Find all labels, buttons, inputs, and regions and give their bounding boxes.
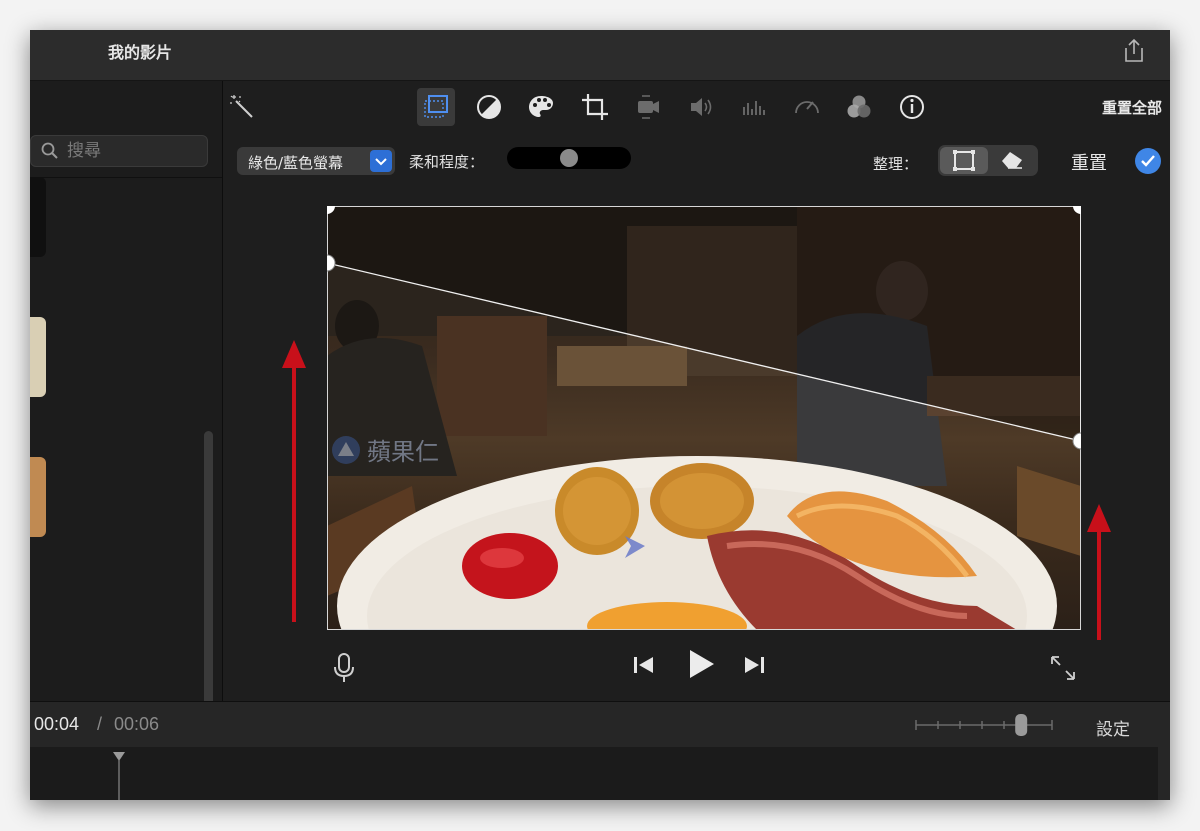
clip-filter-icon <box>847 95 871 118</box>
arrange-label: 整理： <box>873 155 919 173</box>
arrange-eraser-button[interactable] <box>988 147 1036 174</box>
play-icon <box>690 650 714 678</box>
crop-icon <box>582 94 608 120</box>
info-button[interactable] <box>893 88 931 126</box>
enhance-button[interactable] <box>223 88 261 126</box>
reset-button[interactable]: 重置 <box>1071 149 1107 175</box>
crop-button[interactable] <box>576 88 614 126</box>
overlay-mode-value: 綠色/藍色螢幕 <box>248 154 344 172</box>
video-overlay-button[interactable] <box>417 88 455 126</box>
viewer: 蘋果仁 <box>223 186 1170 700</box>
project-title: 我的影片 <box>108 43 173 62</box>
chevron-down-icon <box>370 150 392 172</box>
volume-button[interactable] <box>682 88 720 126</box>
media-browser <box>30 81 223 731</box>
fullscreen-icon <box>1051 656 1075 680</box>
clip-filter-button[interactable] <box>840 88 878 126</box>
crop-frame-icon <box>953 150 975 171</box>
microphone-icon <box>334 653 354 682</box>
video-preview[interactable]: 蘋果仁 <box>327 206 1081 630</box>
eraser-icon <box>1002 152 1022 169</box>
overlay-mode-select[interactable]: 綠色/藍色螢幕 <box>237 147 395 175</box>
stabilization-button[interactable] <box>629 88 667 126</box>
skip-back-icon <box>634 657 653 673</box>
zoom-track <box>915 714 1053 736</box>
color-correction-palette-icon <box>529 96 553 117</box>
total-time: 00:06 <box>114 714 160 734</box>
imovie-window: 我的影片 搜尋 重置全部 綠色/藍色螢幕 柔和程度： 整理： 重置 蘋果仁 00… <box>30 30 1170 800</box>
play-button[interactable] <box>684 644 718 688</box>
apply-check-button[interactable] <box>1135 148 1161 174</box>
skip-back-button[interactable] <box>631 650 657 684</box>
arrange-crop-button[interactable] <box>940 147 988 174</box>
checkmark-icon <box>1141 155 1155 167</box>
annotation-arrow-up-icon <box>1087 504 1111 640</box>
watermark-logo <box>332 436 360 464</box>
stabilization-icon <box>638 95 659 119</box>
softness-slider-knob[interactable] <box>560 149 578 167</box>
timeline[interactable] <box>30 747 1170 800</box>
color-balance-icon <box>477 95 501 119</box>
media-thumbnail[interactable] <box>30 177 46 257</box>
timeline-zoom-slider[interactable] <box>914 714 1054 736</box>
noise-reduction-button[interactable] <box>735 88 773 126</box>
search-icon <box>41 142 58 159</box>
search-input[interactable] <box>65 139 199 163</box>
voiceover-button[interactable] <box>331 652 357 688</box>
current-time: 00:04 <box>34 714 80 734</box>
reset-all-button[interactable]: 重置全部 <box>1102 97 1162 118</box>
watermark-text: 蘋果仁 <box>367 438 439 466</box>
timeline-scroll-edge <box>1158 747 1170 800</box>
color-correction-button[interactable] <box>522 88 560 126</box>
media-thumbnail[interactable] <box>30 317 46 397</box>
speed-icon <box>795 101 819 114</box>
playback-status-bar: 00:04 / 00:06 設定 <box>30 701 1170 747</box>
sidebar-divider <box>30 177 222 178</box>
enhance-wand-icon <box>230 95 253 118</box>
sidebar-scrollbar[interactable] <box>204 431 213 731</box>
settings-button[interactable]: 設定 <box>1096 715 1130 740</box>
share-icon <box>1125 38 1143 62</box>
softness-label: 柔和程度： <box>409 153 485 171</box>
noise-reduction-icon <box>743 101 765 115</box>
arrange-segmented-control <box>938 145 1038 176</box>
annotation-arrow-up-icon <box>282 340 306 622</box>
search-box[interactable] <box>30 135 208 167</box>
adjustments-bar: 重置全部 綠色/藍色螢幕 柔和程度： 整理： 重置 <box>223 81 1170 186</box>
color-balance-button[interactable] <box>470 88 508 126</box>
skip-forward-icon <box>745 657 764 673</box>
video-overlay-icon <box>424 95 448 118</box>
zoom-slider-knob <box>1015 714 1028 736</box>
share-button[interactable] <box>1122 38 1146 64</box>
volume-icon <box>691 98 712 116</box>
time-separator: / <box>97 714 103 734</box>
playhead-icon[interactable] <box>112 751 126 800</box>
media-thumbnail[interactable] <box>30 457 46 537</box>
speed-button[interactable] <box>788 88 826 126</box>
title-bar: 我的影片 <box>30 30 1170 81</box>
info-icon <box>900 95 924 119</box>
skip-forward-button[interactable] <box>741 650 767 684</box>
video-frame-image: 蘋果仁 <box>327 206 1081 630</box>
softness-slider[interactable] <box>507 147 631 169</box>
fullscreen-button[interactable] <box>1049 654 1077 686</box>
